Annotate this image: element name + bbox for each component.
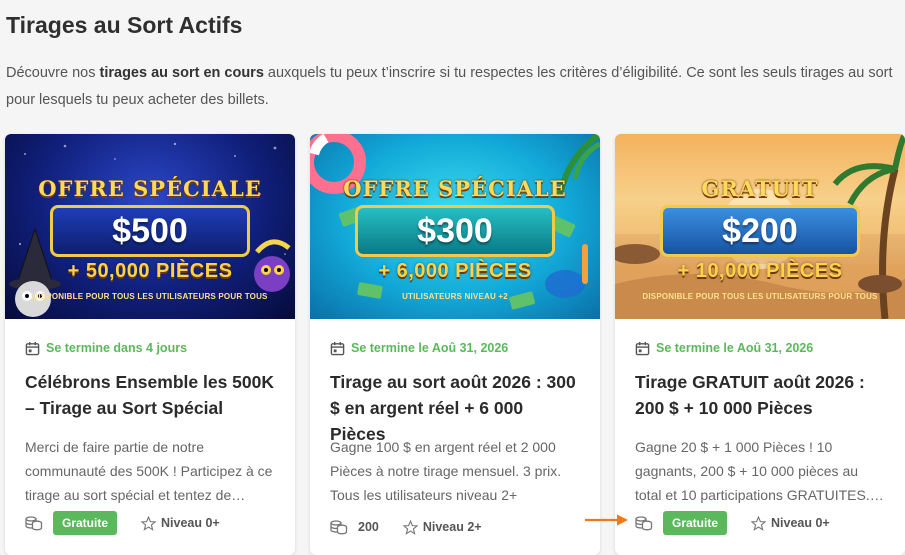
end-date-text: Se termine le Aoû 31, 2026 <box>656 341 814 355</box>
end-date-row: Se termine dans 4 jours <box>25 339 275 357</box>
raffle-card[interactable]: OFFRE SPÉCIALE $500 + 50,000 PIÈCES DISP… <box>5 134 295 555</box>
end-date-text: Se termine dans 4 jours <box>46 341 188 355</box>
star-icon <box>402 519 418 535</box>
end-date-text: Se termine le Aoû 31, 2026 <box>351 341 509 355</box>
calendar-icon <box>635 341 650 356</box>
cost-badge: Gratuite <box>53 511 118 535</box>
banner-coins-text: + 50,000 PIÈCES <box>67 260 233 282</box>
star-icon <box>141 515 157 531</box>
level-text: Niveau 0+ <box>161 516 220 530</box>
banner-prize-amount: $200 <box>660 205 860 257</box>
raffle-title[interactable]: Tirage au sort août 2026 : 300 $ en arge… <box>330 369 580 444</box>
banner-ribbon-text: OFFRE SPÉCIALE <box>343 176 567 201</box>
raffle-description: Gagne 100 $ en argent réel et 2 000 Pièc… <box>330 439 562 503</box>
banner-coins-text: + 6,000 PIÈCES <box>378 260 532 282</box>
banner-prize-amount: $300 <box>355 205 555 257</box>
coins-icon <box>635 515 653 531</box>
star-icon <box>751 515 767 531</box>
raffle-description: Merci de faire partie de notre communaut… <box>25 439 273 503</box>
banner-coins-text: + 10,000 PIÈCES <box>677 260 843 282</box>
end-date-row: Se termine le Aoû 31, 2026 <box>330 339 580 357</box>
end-date-row: Se termine le Aoû 31, 2026 <box>635 339 885 357</box>
calendar-icon <box>25 341 40 356</box>
coins-icon <box>330 519 348 535</box>
banner-ribbon-text: GRATUIT <box>701 176 819 201</box>
banner-eligibility-text: DISPONIBLE POUR TOUS LES UTILISATEURS PO… <box>32 292 268 301</box>
level-text: Niveau 2+ <box>422 520 482 534</box>
level-requirement: Niveau 0+ <box>141 515 220 531</box>
calendar-icon <box>330 341 345 356</box>
coins-icon <box>25 515 43 531</box>
level-requirement: Niveau 2+ <box>402 519 482 535</box>
page-title: Tirages au Sort Actifs <box>6 12 243 38</box>
raffle-title[interactable]: Célébrons Ensemble les 500K – Tirage au … <box>25 369 275 421</box>
raffle-description: Gagne 20 $ + 1 000 Pièces ! 10 gagnants,… <box>635 439 884 503</box>
raffle-title[interactable]: Tirage GRATUIT août 2026 : 200 $ + 10 00… <box>635 369 885 421</box>
intro-highlight: tirages au sort en cours <box>99 65 264 81</box>
raffle-card[interactable]: GRATUIT $200 + 10,000 PIÈCES DISPONIBLE … <box>615 134 905 555</box>
level-text: Niveau 0+ <box>771 516 830 530</box>
banner-eligibility-text: DISPONIBLE POUR TOUS LES UTILISATEURS PO… <box>642 292 878 301</box>
banner-ribbon-text: OFFRE SPÉCIALE <box>38 176 262 201</box>
page-intro: Découvre nos tirages au sort en cours au… <box>6 65 893 108</box>
raffle-banner-image[interactable]: GRATUIT $200 + 10,000 PIÈCES DISPONIBLE … <box>615 134 905 319</box>
level-requirement: Niveau 0+ <box>751 515 830 531</box>
raffle-banner-image[interactable]: OFFRE SPÉCIALE $500 + 50,000 PIÈCES DISP… <box>5 134 295 319</box>
cost-amount: 200 <box>358 520 379 534</box>
raffle-banner-image[interactable]: OFFRE SPÉCIALE $300 + 6,000 PIÈCES UTILI… <box>310 134 600 319</box>
pointer-arrow-icon <box>585 514 628 526</box>
cost-badge: Gratuite <box>663 511 728 535</box>
banner-eligibility-text: UTILISATEURS NIVEAU +2 <box>402 292 508 301</box>
raffle-card[interactable]: OFFRE SPÉCIALE $300 + 6,000 PIÈCES UTILI… <box>310 134 600 555</box>
banner-prize-amount: $500 <box>50 205 250 257</box>
